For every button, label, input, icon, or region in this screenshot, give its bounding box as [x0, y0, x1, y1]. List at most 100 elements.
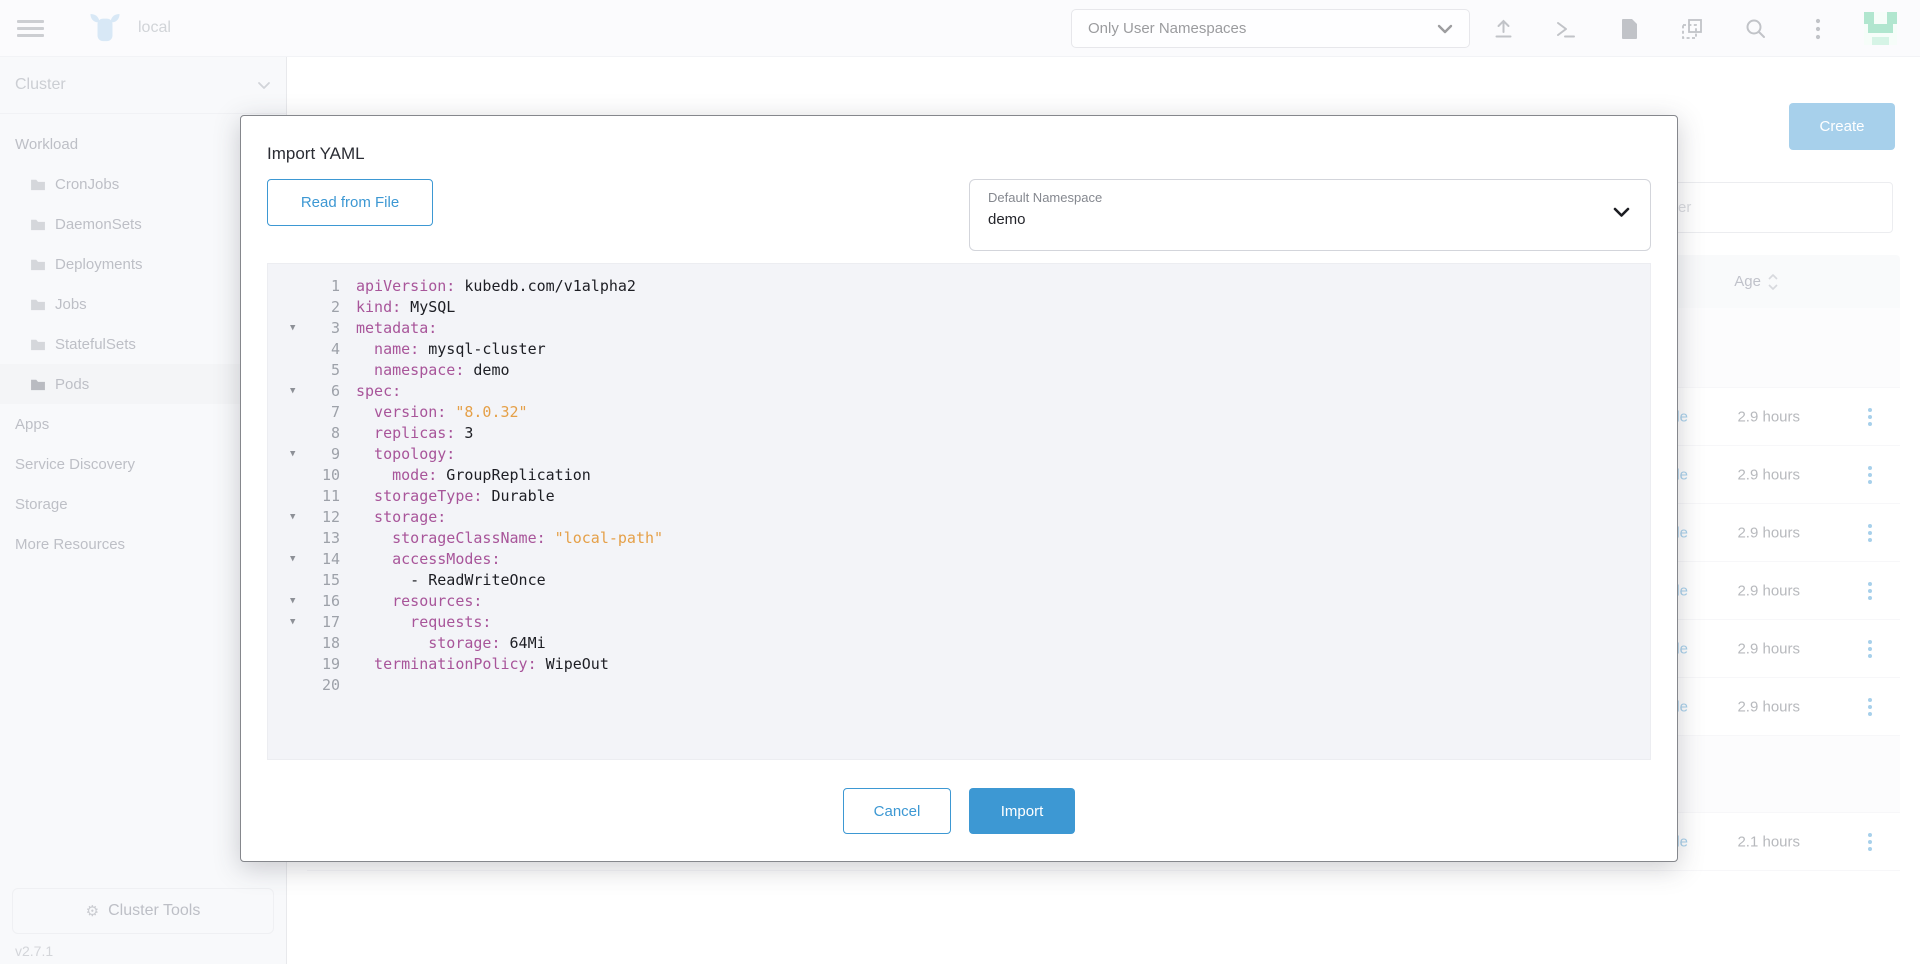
yaml-token-key: namespace:: [356, 361, 464, 379]
code-text: storageClassName: "local-path": [356, 528, 1650, 549]
code-line: 10 mode: GroupReplication: [268, 465, 1650, 486]
yaml-token-val: WipeOut: [537, 655, 609, 673]
modal-title: Import YAML: [267, 144, 365, 164]
code-line: ▼ 9 topology:: [268, 444, 1650, 465]
code-gutter: 11: [268, 486, 356, 507]
code-text: storage: 64Mi: [356, 633, 1650, 654]
code-gutter: 13: [268, 528, 356, 549]
import-button[interactable]: Import: [969, 788, 1075, 834]
code-line: ▼ 14 accessModes:: [268, 549, 1650, 570]
code-text: metadata:: [356, 318, 1650, 339]
code-gutter: 20: [268, 675, 356, 696]
yaml-token-val: demo: [464, 361, 509, 379]
yaml-token-key: storageClassName:: [356, 529, 546, 547]
code-line: 19 terminationPolicy: WipeOut: [268, 654, 1650, 675]
fold-arrow-icon[interactable]: ▼: [290, 612, 295, 633]
yaml-token-str: "local-path": [546, 529, 663, 547]
yaml-token-key: storage:: [356, 634, 501, 652]
yaml-token-key: terminationPolicy:: [356, 655, 537, 673]
code-gutter: ▼3: [268, 318, 356, 339]
fold-arrow-icon[interactable]: ▼: [290, 381, 295, 402]
code-line: ▼3metadata:: [268, 318, 1650, 339]
line-number: 13: [322, 528, 340, 549]
code-line: 8 replicas: 3: [268, 423, 1650, 444]
yaml-token-key: requests:: [356, 613, 491, 631]
yaml-token-key: resources:: [356, 592, 482, 610]
code-line: 18 storage: 64Mi: [268, 633, 1650, 654]
yaml-token-key: replicas:: [356, 424, 455, 442]
default-namespace-label: Default Namespace: [988, 190, 1632, 205]
yaml-token-val: 64Mi: [501, 634, 546, 652]
read-from-file-button[interactable]: Read from File: [267, 179, 433, 226]
code-line: 4 name: mysql-cluster: [268, 339, 1650, 360]
code-line: ▼ 17 requests:: [268, 612, 1650, 633]
code-text: apiVersion: kubedb.com/v1alpha2: [356, 276, 1650, 297]
fold-arrow-icon[interactable]: ▼: [290, 507, 295, 528]
fold-arrow-icon[interactable]: ▼: [290, 549, 295, 570]
yaml-code-editor[interactable]: 1 apiVersion: kubedb.com/v1alpha2 2 kind: M…: [267, 263, 1651, 760]
line-number: 2: [331, 297, 340, 318]
code-gutter: 2: [268, 297, 356, 318]
code-text: version: "8.0.32": [356, 402, 1650, 423]
line-number: 8: [331, 423, 340, 444]
modal-actions: Cancel Import: [241, 788, 1677, 834]
line-number: 19: [322, 654, 340, 675]
code-gutter: ▼ 17: [268, 612, 356, 633]
yaml-token-val: 3: [455, 424, 473, 442]
code-line: 2 kind: MySQL: [268, 297, 1650, 318]
code-gutter: 5: [268, 360, 356, 381]
code-text: storage:: [356, 507, 1650, 528]
yaml-token-key: name:: [356, 340, 419, 358]
line-number: 10: [322, 465, 340, 486]
code-gutter: 18: [268, 633, 356, 654]
yaml-token-val: MySQL: [401, 298, 455, 316]
line-number: 5: [331, 360, 340, 381]
line-number: 4: [331, 339, 340, 360]
line-number: 17: [322, 612, 340, 633]
code-gutter: ▼ 14: [268, 549, 356, 570]
code-line: 20: [268, 675, 1650, 696]
code-gutter: 7: [268, 402, 356, 423]
line-number: 16: [322, 591, 340, 612]
code-gutter: ▼6: [268, 381, 356, 402]
code-line: 13 storageClassName: "local-path": [268, 528, 1650, 549]
fold-arrow-icon[interactable]: ▼: [290, 444, 295, 465]
code-text: namespace: demo: [356, 360, 1650, 381]
code-gutter: ▼ 16: [268, 591, 356, 612]
yaml-token-key: metadata:: [356, 319, 437, 337]
line-number: 11: [322, 486, 340, 507]
line-number: 6: [331, 381, 340, 402]
yaml-token-key: spec:: [356, 382, 401, 400]
code-text: replicas: 3: [356, 423, 1650, 444]
code-text: kind: MySQL: [356, 297, 1650, 318]
code-gutter: 4: [268, 339, 356, 360]
yaml-token-val: Durable: [482, 487, 554, 505]
line-number: 9: [331, 444, 340, 465]
code-line: ▼12 storage:: [268, 507, 1650, 528]
code-gutter: ▼12: [268, 507, 356, 528]
line-number: 14: [322, 549, 340, 570]
yaml-token-key: storageType:: [356, 487, 482, 505]
yaml-token-key: accessModes:: [356, 550, 501, 568]
yaml-token-val: kubedb.com/v1alpha2: [455, 277, 636, 295]
code-line: 1 apiVersion: kubedb.com/v1alpha2: [268, 276, 1650, 297]
code-gutter: 10: [268, 465, 356, 486]
code-text: storageType: Durable: [356, 486, 1650, 507]
cancel-button[interactable]: Cancel: [843, 788, 951, 834]
code-text: - ReadWriteOnce: [356, 570, 1650, 591]
code-text: requests:: [356, 612, 1650, 633]
fold-arrow-icon[interactable]: ▼: [290, 318, 295, 339]
code-line: 7 version: "8.0.32": [268, 402, 1650, 423]
code-gutter: 15: [268, 570, 356, 591]
fold-arrow-icon[interactable]: ▼: [290, 591, 295, 612]
yaml-token-key: storage:: [356, 508, 446, 526]
default-namespace-select[interactable]: Default Namespace demo: [969, 179, 1651, 251]
yaml-token-key: mode:: [356, 466, 437, 484]
code-line: 11 storageType: Durable: [268, 486, 1650, 507]
line-number: 1: [331, 276, 340, 297]
code-line: 5 namespace: demo: [268, 360, 1650, 381]
code-text: terminationPolicy: WipeOut: [356, 654, 1650, 675]
yaml-token-key: kind:: [356, 298, 401, 316]
code-gutter: 8: [268, 423, 356, 444]
code-text: topology:: [356, 444, 1650, 465]
